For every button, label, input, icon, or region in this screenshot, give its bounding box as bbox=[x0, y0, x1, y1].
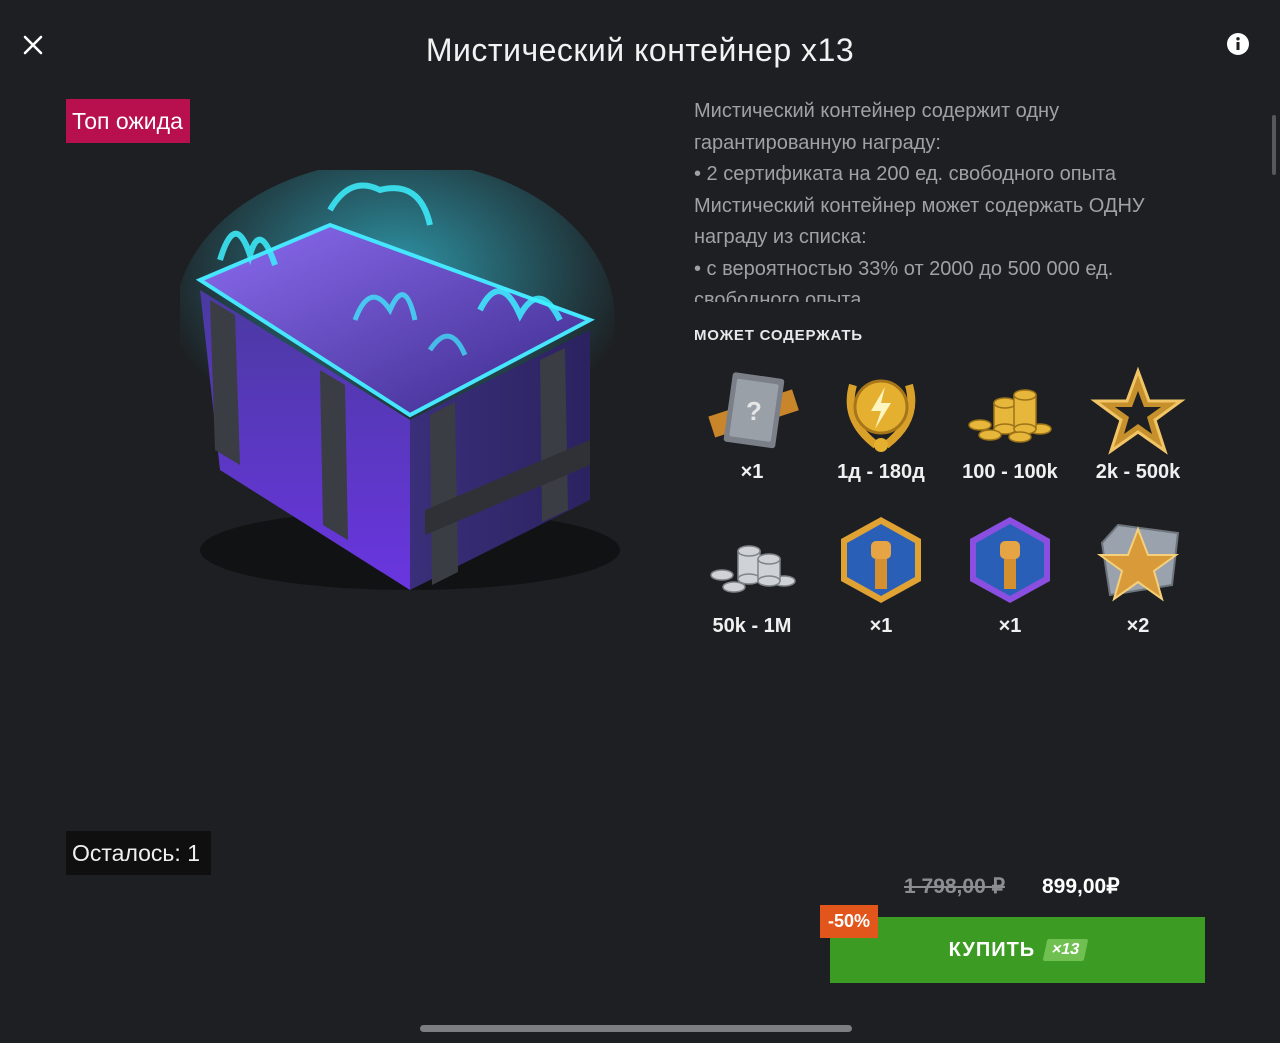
buy-button[interactable]: КУПИТЬ ×13 bbox=[830, 917, 1205, 983]
buy-button-label: КУПИТЬ bbox=[948, 938, 1036, 961]
description[interactable]: Мистический контейнер содержит одну гара… bbox=[694, 96, 1214, 302]
mystic-container-image bbox=[180, 170, 620, 590]
reward-item[interactable]: 2k - 500k bbox=[1073, 365, 1203, 495]
reward-caption: ×1 bbox=[998, 615, 1022, 637]
reward-caption: ×1 bbox=[869, 615, 893, 637]
home-indicator[interactable] bbox=[420, 1025, 852, 1032]
remaining-counter: Осталось: 1 bbox=[66, 831, 211, 875]
info-button[interactable] bbox=[1226, 32, 1250, 56]
reward-caption: ×2 bbox=[1126, 615, 1150, 637]
reward-caption: 1д - 180д bbox=[837, 461, 925, 483]
mystery-card-icon: ? bbox=[708, 372, 799, 449]
reward-caption: 100 - 100k bbox=[962, 461, 1058, 483]
reward-caption: 50k - 1M bbox=[712, 615, 792, 637]
new-price: 899,00₽ bbox=[1042, 875, 1120, 898]
fist-hexagon-gold-icon bbox=[841, 517, 921, 603]
star-badge-icon bbox=[1096, 523, 1180, 602]
reward-item[interactable]: ×1 bbox=[816, 515, 946, 645]
description-line: Мистический контейнер может содержать ОД… bbox=[694, 194, 1145, 249]
reward-item[interactable]: 50k - 1M bbox=[687, 515, 817, 645]
description-line: • с вероятностью 33% от 2000 до 500 000 … bbox=[694, 257, 1114, 303]
description-line: Мистический контейнер содержит одну гара… bbox=[694, 100, 1060, 154]
description-line: • 2 сертификата на 200 ед. свободного оп… bbox=[694, 163, 1117, 185]
top-badge: Топ ожида bbox=[66, 99, 190, 143]
premium-laurel-icon bbox=[846, 379, 916, 452]
info-icon bbox=[1227, 33, 1249, 55]
page-title: Мистический контейнер x13 bbox=[425, 32, 855, 68]
star-icon bbox=[1090, 366, 1186, 455]
gold-coins-icon bbox=[968, 389, 1052, 443]
reward-item[interactable]: ? ×1 bbox=[687, 365, 817, 495]
reward-item[interactable]: 1д - 180д bbox=[816, 365, 946, 495]
buy-quantity-badge: ×13 bbox=[1042, 939, 1089, 961]
reward-item[interactable]: ×1 bbox=[945, 515, 1075, 645]
contents-heading: МОЖЕТ СОДЕРЖАТЬ bbox=[694, 327, 863, 344]
reward-caption: ×1 bbox=[740, 461, 764, 483]
silver-coins-icon bbox=[710, 545, 796, 593]
reward-caption: 2k - 500k bbox=[1095, 461, 1181, 483]
fist-hexagon-purple-icon bbox=[970, 517, 1050, 603]
description-scrollbar[interactable] bbox=[1272, 115, 1276, 175]
svg-text:?: ? bbox=[746, 396, 762, 426]
reward-item[interactable]: 100 - 100k bbox=[945, 365, 1075, 495]
reward-item[interactable]: ×2 bbox=[1073, 515, 1203, 645]
old-price: 1 798,00 ₽ bbox=[904, 875, 1005, 898]
discount-badge: -50% bbox=[820, 905, 878, 938]
